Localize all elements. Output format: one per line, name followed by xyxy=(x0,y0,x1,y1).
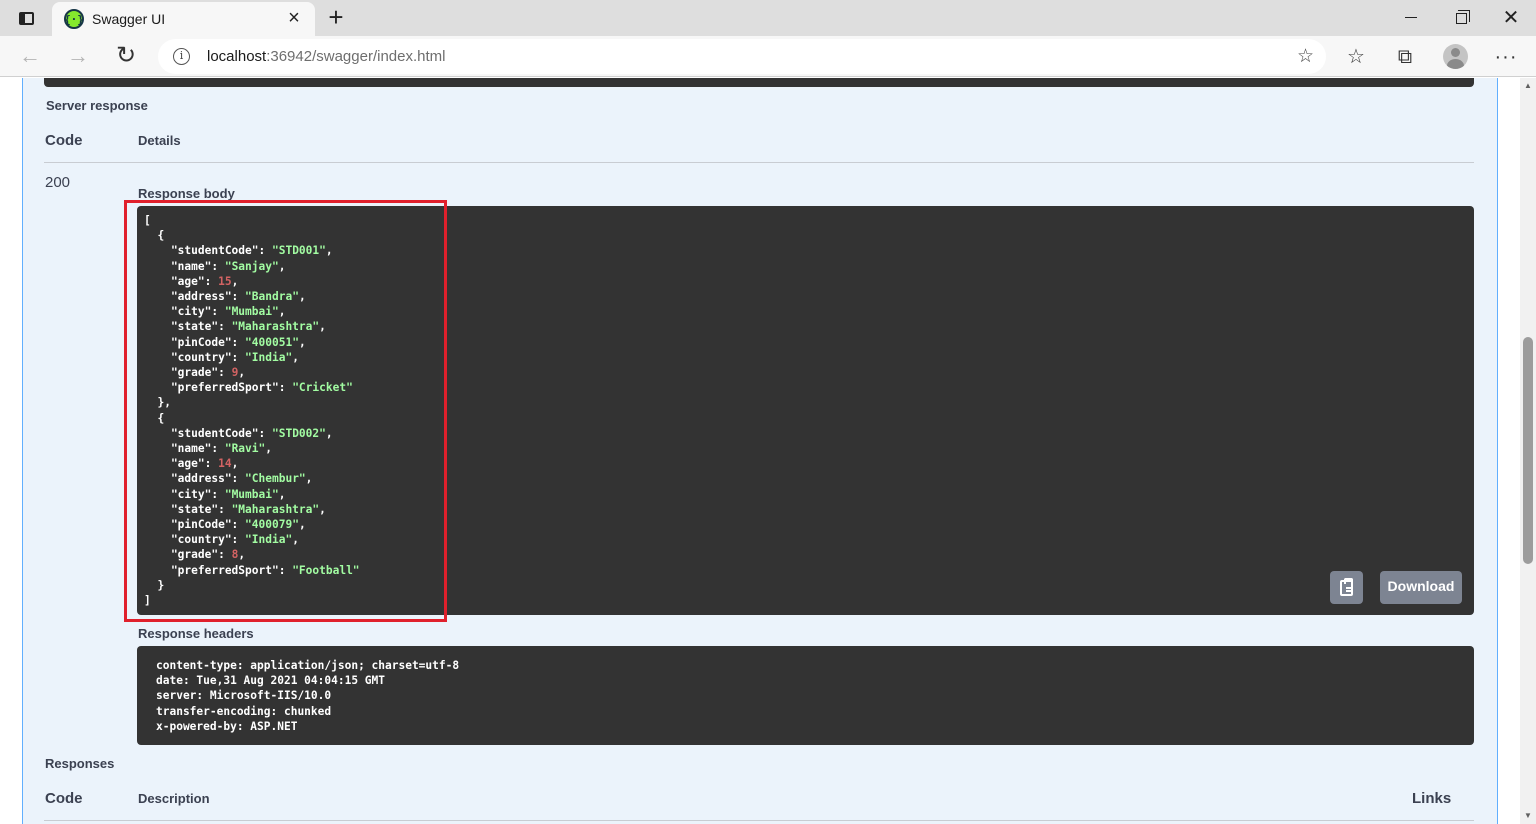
back-arrow-icon[interactable]: ← xyxy=(14,40,46,72)
url-path: :36942/swagger/index.html xyxy=(266,48,446,65)
tab-title: Swagger UI xyxy=(92,11,166,27)
forward-arrow-icon[interactable]: → xyxy=(62,40,94,72)
responses-label: Responses xyxy=(45,756,115,771)
server-response-label: Server response xyxy=(46,98,148,113)
tab-close-icon[interactable]: × xyxy=(283,6,305,30)
window-minimize-button[interactable] xyxy=(1386,0,1436,34)
reload-icon[interactable]: ↻ xyxy=(110,40,142,72)
site-info-icon[interactable]: i xyxy=(173,48,190,65)
browser-tab[interactable]: {·} Swagger UI × xyxy=(52,2,315,36)
scrollbar-thumb[interactable] xyxy=(1523,337,1533,564)
clipboard-icon xyxy=(1340,577,1353,596)
request-url-block-bottom xyxy=(44,78,1474,87)
responses-header-divider xyxy=(44,820,1474,821)
highlight-box xyxy=(124,200,447,622)
url-text[interactable]: localhost:36942/swagger/index.html xyxy=(207,48,445,65)
collections-icon[interactable]: ⧉ xyxy=(1389,41,1421,73)
response-status-code: 200 xyxy=(45,174,71,191)
table-header-divider xyxy=(44,162,1474,163)
tab-actions-button[interactable] xyxy=(12,6,40,30)
page-viewport: Server response Code Details 200 Respons… xyxy=(0,78,1520,824)
window-restore-button[interactable] xyxy=(1436,0,1486,34)
address-bar[interactable]: i localhost:36942/swagger/index.html ☆ xyxy=(158,39,1326,74)
restore-icon xyxy=(1455,9,1470,24)
minimize-icon xyxy=(1405,16,1417,18)
scroll-up-arrow-icon[interactable]: ▲ xyxy=(1523,81,1533,91)
code-column-header: Code xyxy=(45,132,83,149)
browser-tab-bar: {·} Swagger UI × + ✕ xyxy=(0,0,1536,36)
tab-actions-icon xyxy=(18,11,34,25)
more-options-icon[interactable]: ··· xyxy=(1490,41,1522,73)
url-host: localhost xyxy=(207,48,267,65)
profile-avatar[interactable] xyxy=(1443,44,1468,69)
response-headers-label: Response headers xyxy=(138,626,254,641)
page-scrollbar[interactable]: ▲ ▼ xyxy=(1520,78,1536,824)
new-tab-button[interactable]: + xyxy=(322,3,350,31)
responses-code-header: Code xyxy=(45,790,83,807)
scroll-down-arrow-icon[interactable]: ▼ xyxy=(1523,811,1533,821)
swagger-favicon-icon: {·} xyxy=(64,9,84,29)
window-close-button[interactable]: ✕ xyxy=(1486,0,1536,34)
add-favorite-icon[interactable]: ☆ xyxy=(1297,45,1314,68)
responses-links-header: Links xyxy=(1412,790,1452,807)
response-body-label: Response body xyxy=(138,186,235,201)
favorites-icon[interactable]: ☆ xyxy=(1340,41,1372,73)
details-column-header: Details xyxy=(138,133,181,148)
response-headers-code[interactable]: content-type: application/json; charset=… xyxy=(137,646,1474,745)
browser-toolbar: ← → ↻ i localhost:36942/swagger/index.ht… xyxy=(0,36,1536,77)
responses-description-header: Description xyxy=(138,791,210,806)
copy-to-clipboard-button[interactable] xyxy=(1330,571,1363,604)
download-button[interactable]: Download xyxy=(1380,571,1462,604)
